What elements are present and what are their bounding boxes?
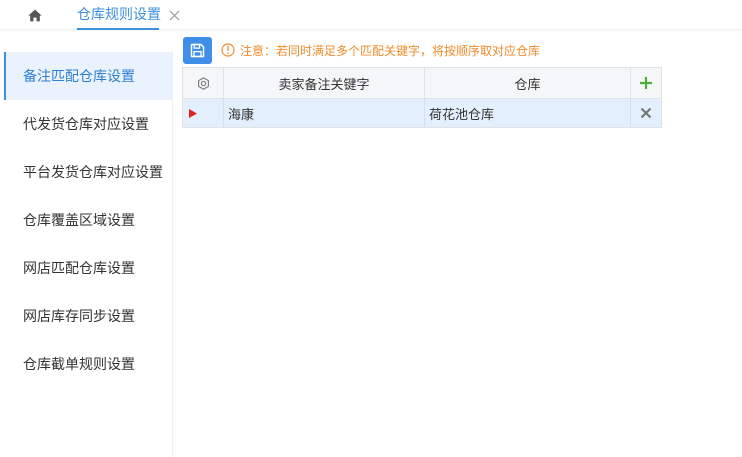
cell-keyword[interactable]: 海康 <box>224 99 425 127</box>
column-header-warehouse[interactable]: 仓库 <box>425 68 631 98</box>
tab-close-button[interactable] <box>167 8 181 22</box>
sidebar-item-dropship[interactable]: 代发货仓库对应设置 <box>4 100 173 148</box>
table-row[interactable]: 海康 荷花池仓库 <box>183 99 661 127</box>
info-circle-icon <box>221 43 235 57</box>
tab-active-indicator <box>77 28 159 30</box>
notice-text: 注意：若同时满足多个匹配关键字，将按顺序取对应仓库 <box>240 43 541 58</box>
sidebar-item-label: 仓库截单规则设置 <box>23 357 135 373</box>
sidebar-item-remark-match[interactable]: 备注匹配仓库设置 <box>4 52 173 100</box>
sidebar-item-coverage-area[interactable]: 仓库覆盖区域设置 <box>4 196 173 244</box>
app-root: 仓库规则设置 备注匹配仓库设置 代发货仓库对应设置 平台发货仓库对应设置 仓库覆… <box>0 0 742 457</box>
sidebar-item-label: 仓库覆盖区域设置 <box>23 213 135 229</box>
current-row-marker-icon <box>189 108 197 118</box>
notice-bar: 注意：若同时满足多个匹配关键字，将按顺序取对应仓库 <box>221 41 540 59</box>
add-row-button[interactable] <box>639 76 653 90</box>
home-button[interactable] <box>25 5 45 25</box>
save-button[interactable] <box>183 37 212 64</box>
sidebar-item-label: 备注匹配仓库设置 <box>23 69 135 85</box>
column-settings-button[interactable] <box>183 68 224 98</box>
column-header-keyword[interactable]: 卖家备注关键字 <box>224 68 425 98</box>
gear-icon <box>197 76 209 90</box>
plus-icon <box>640 77 652 89</box>
cell-warehouse[interactable]: 荷花池仓库 <box>425 99 631 127</box>
sidebar-item-label: 网店匹配仓库设置 <box>23 261 135 277</box>
sidebar-item-platform-shipping[interactable]: 平台发货仓库对应设置 <box>4 148 173 196</box>
rules-grid: 卖家备注关键字 仓库 海康 荷花池仓库 <box>182 67 662 128</box>
save-icon <box>190 43 205 58</box>
tab-warehouse-rules[interactable]: 仓库规则设置 <box>77 0 181 30</box>
delete-row-button[interactable] <box>640 107 652 119</box>
sidebar-item-label: 代发货仓库对应设置 <box>23 117 149 133</box>
home-icon <box>28 9 42 21</box>
sidebar-item-shop-match[interactable]: 网店匹配仓库设置 <box>4 244 173 292</box>
sidebar-item-stock-sync[interactable]: 网店库存同步设置 <box>4 292 173 340</box>
close-icon <box>169 10 179 20</box>
sidebar: 备注匹配仓库设置 代发货仓库对应设置 平台发货仓库对应设置 仓库覆盖区域设置 网… <box>0 50 173 457</box>
sidebar-item-cutoff-rules[interactable]: 仓库截单规则设置 <box>4 340 173 388</box>
sidebar-item-label: 平台发货仓库对应设置 <box>23 165 163 181</box>
row-indicator <box>183 99 224 127</box>
grid-header: 卖家备注关键字 仓库 <box>183 68 661 99</box>
tab-label: 仓库规则设置 <box>77 7 161 23</box>
sidebar-item-label: 网店库存同步设置 <box>23 309 135 325</box>
tab-bar: 仓库规则设置 <box>0 0 742 30</box>
delete-icon <box>640 107 652 119</box>
